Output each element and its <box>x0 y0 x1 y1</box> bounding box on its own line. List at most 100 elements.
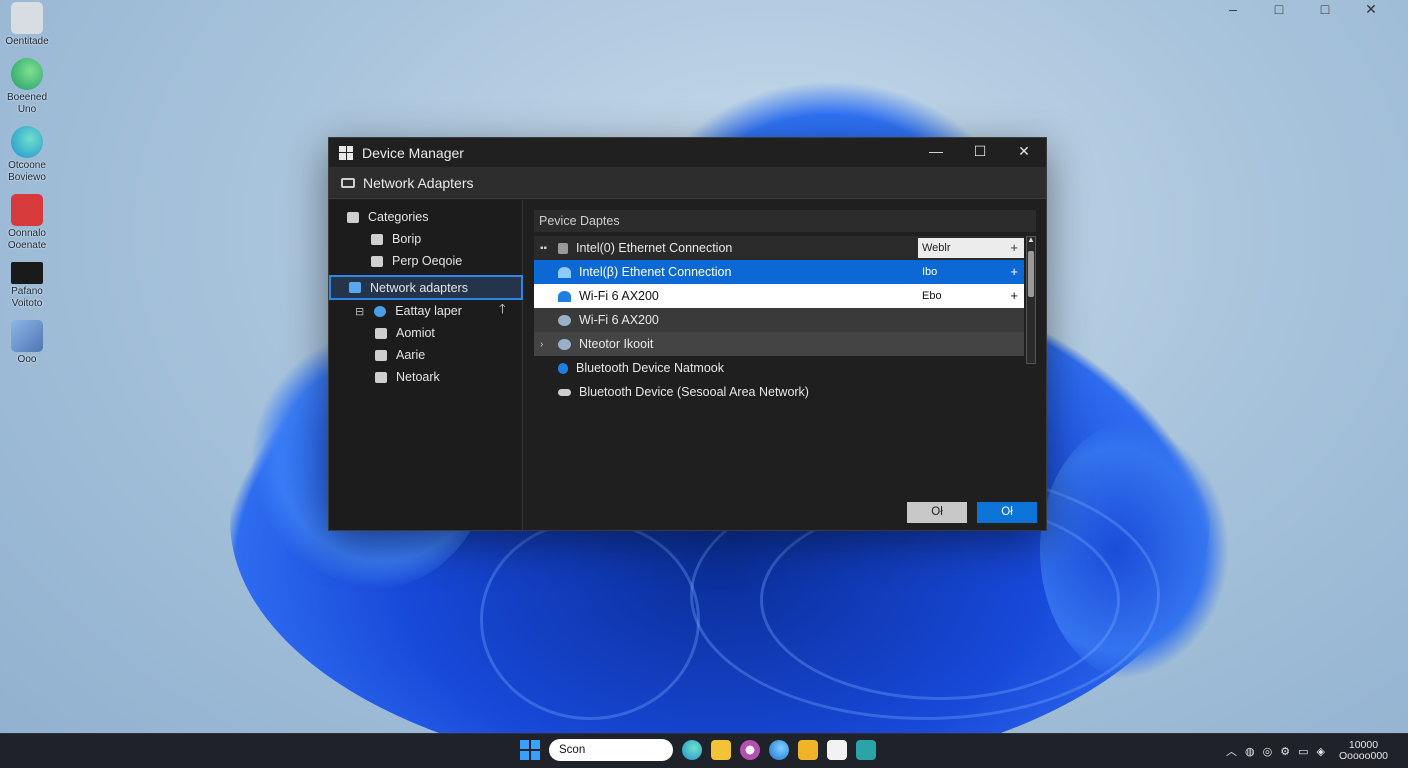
desktop-icon[interactable]: Pafano Voitoto <box>4 262 50 310</box>
value-field[interactable]: Weblr <box>918 238 1024 258</box>
sidebar-child-item[interactable]: Netoark <box>375 366 440 388</box>
desktop-icon-label: Oentitade <box>5 36 49 47</box>
terminal-icon <box>11 262 43 284</box>
section-title: Network Adapters <box>363 174 474 191</box>
list-item[interactable]: Intel(β) Ethenet Connection Ibo + <box>534 260 1024 284</box>
battery-icon[interactable]: ▭ <box>1298 745 1308 758</box>
list-item[interactable]: Wi-Fi 6 AX200 <box>534 308 1024 332</box>
edge-icon <box>11 58 43 90</box>
network-device-icon <box>558 388 571 396</box>
list-item[interactable]: Bluetooth Device Natmook <box>534 356 1024 380</box>
plus-icon[interactable]: + <box>1010 238 1018 258</box>
recycle-bin-icon <box>11 2 43 34</box>
list-item-label: Bluetooth Device Natmook <box>576 361 724 375</box>
sidebar-child-item[interactable]: Aomiot <box>375 322 435 344</box>
edge-icon[interactable] <box>769 740 789 760</box>
value-field[interactable]: Ibo <box>918 262 1024 282</box>
desktop-icon-label: Ooo <box>17 354 37 365</box>
app-grid-icon[interactable] <box>856 740 876 760</box>
bluetooth-icon <box>558 362 568 374</box>
list-item-label: Wi-Fi 6 AX200 <box>579 313 659 327</box>
desktop-icon[interactable]: Oentitade <box>4 2 50 48</box>
grip-icon: ▪▪ <box>540 242 548 254</box>
close-button[interactable]: ✕ <box>1002 138 1046 167</box>
clock-date: Ooooo000 <box>1338 750 1388 762</box>
minimize-icon[interactable]: – <box>1210 0 1256 18</box>
list-item-label: Nteotor Ikooit <box>579 337 654 351</box>
device-list-panel: Pevice Daptes ▪▪ Intel(0) Ethernet Conne… <box>534 210 1036 404</box>
desktop-icon[interactable]: Ooo <box>4 320 50 366</box>
sidebar-item-categories[interactable]: Categories <box>347 206 428 228</box>
minimize-button[interactable]: — <box>914 138 958 167</box>
plus-icon[interactable]: + <box>1010 262 1018 282</box>
app-red-icon <box>11 194 43 226</box>
list-item[interactable]: Wi-Fi 6 AX200 Ebo + <box>534 284 1024 308</box>
sidebar-item-label: Borip <box>392 232 422 246</box>
taskbar-search[interactable]: Scon <box>549 739 673 761</box>
sidebar-item-label: Aarie <box>396 348 426 362</box>
list-item[interactable]: › Nteotor Ikooit <box>534 332 1024 356</box>
sidebar-item-label: Categories <box>368 210 429 224</box>
wifi-icon <box>558 266 571 278</box>
desktop-icon-label: Otcoone Boviewo <box>8 160 46 183</box>
desktop-icon[interactable]: Oonnalo Ooenate <box>4 194 50 252</box>
sidebar-item[interactable]: Borip <box>371 228 421 250</box>
sidebar-item-network-adapters[interactable]: Network adapters <box>329 275 523 300</box>
vertical-scrollbar[interactable]: ▲ <box>1026 235 1036 364</box>
chevron-up-icon[interactable]: ︿ <box>1226 743 1237 759</box>
network-icon <box>558 314 571 326</box>
folder-icon[interactable] <box>798 740 818 760</box>
file-icon <box>375 371 387 383</box>
ethernet-icon <box>558 242 568 254</box>
sidebar-item[interactable]: Perp Oeqoie <box>371 250 462 272</box>
sidebar-item-label: Netoark <box>396 370 440 384</box>
sidebar-item-label: Network adapters <box>370 280 468 295</box>
expand-icon[interactable]: ⊟ <box>355 305 364 318</box>
list-item-label: Intel(β) Ethenet Connection <box>579 265 732 279</box>
primary-button[interactable]: Oł <box>977 502 1037 523</box>
arrow-up-icon: 🡑 <box>499 301 506 316</box>
secondary-button[interactable]: Oł <box>907 502 967 523</box>
clock[interactable]: 10000 Ooooo000 <box>1339 740 1388 762</box>
value-field[interactable]: Ebo <box>918 286 1024 306</box>
file-explorer-icon[interactable] <box>711 740 731 760</box>
section-header: Network Adapters <box>329 167 1046 199</box>
start-icon[interactable] <box>520 740 540 760</box>
desktop-icon-label: Pafano Voitoto <box>11 286 43 309</box>
settings-icon[interactable]: ⚙ <box>1280 745 1290 758</box>
edge-icon[interactable] <box>682 740 702 760</box>
desktop-window-controls: – □ □ ✕ <box>1210 0 1394 18</box>
plus-icon[interactable]: + <box>1010 286 1018 306</box>
app-files-icon <box>11 320 43 352</box>
desktop-icon[interactable]: Boeened Uno <box>4 58 50 116</box>
list-item-label: Intel(0) Ethernet Connection <box>576 241 733 255</box>
scroll-up-icon[interactable]: ▲ <box>1027 235 1035 244</box>
expand-icon[interactable]: › <box>540 339 550 350</box>
sidebar-item-label: Perp Oeqoie <box>392 254 463 268</box>
notification-icon[interactable]: ◈ <box>1316 745 1324 758</box>
network-tray-icon[interactable]: ◍ <box>1245 745 1255 758</box>
network-icon <box>558 338 571 350</box>
title-bar[interactable]: Device Manager — ☐ ✕ <box>329 138 1046 167</box>
close-icon[interactable]: ✕ <box>1348 0 1394 18</box>
column-header[interactable]: Pevice Daptes <box>534 210 1036 232</box>
grid-icon <box>375 349 387 361</box>
maximize-icon[interactable]: □ <box>1302 0 1348 18</box>
list-item[interactable]: ▪▪ Intel(0) Ethernet Connection Weblr + <box>534 236 1024 260</box>
restore-icon[interactable]: □ <box>1256 0 1302 18</box>
sidebar-child-item[interactable]: ⊟ Eattay laper 🡑 <box>355 300 515 322</box>
scrollbar-thumb[interactable] <box>1028 251 1034 297</box>
device-icon <box>371 233 383 245</box>
store-icon[interactable] <box>827 740 847 760</box>
volume-icon[interactable]: ◎ <box>1263 745 1273 758</box>
desktop-icon[interactable]: Otcoone Boviewo <box>4 126 50 184</box>
list-item[interactable]: Bluetooth Device (Sesooal Area Network) <box>534 380 1024 404</box>
maximize-button[interactable]: ☐ <box>958 138 1002 167</box>
sidebar-item-label: Eattay laper <box>395 304 462 318</box>
folder-icon <box>341 177 355 188</box>
sidebar-child-item[interactable]: Aarie <box>375 344 425 366</box>
network-icon <box>374 305 387 317</box>
list-item-label: Bluetooth Device (Sesooal Area Network) <box>579 385 809 399</box>
sidebar: Categories Borip Perp Oeqoie Network ada… <box>329 200 523 530</box>
app-circle-icon[interactable] <box>740 740 760 760</box>
